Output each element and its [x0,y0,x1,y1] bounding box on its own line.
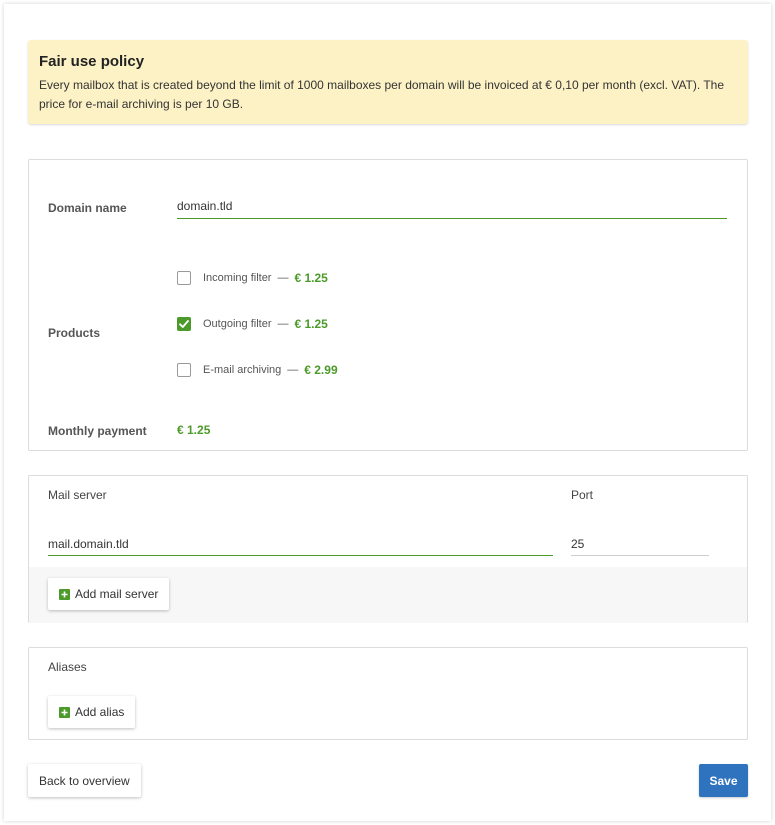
product-outgoing-filter[interactable]: Outgoing filter — € 1.25 [177,316,328,332]
product-price: € 2.99 [304,363,338,377]
monthly-payment-label: Monthly payment [48,424,147,438]
mail-server-input[interactable] [48,532,553,556]
mail-server-label: Mail server [48,488,107,502]
product-name: Outgoing filter [203,318,272,330]
notice-title: Fair use policy [39,53,145,70]
port-label: Port [571,488,594,502]
incoming-filter-checkbox[interactable] [177,271,191,285]
add-mail-server-label: Add mail server [75,587,159,601]
products-label: Products [48,326,101,340]
check-icon [179,320,189,328]
product-name: E-mail archiving [203,364,282,376]
add-mail-server-button[interactable]: Add mail server [48,578,170,610]
aliases-panel: Aliases Add alias [28,647,748,740]
product-price: € 1.25 [294,271,328,285]
product-dash: — [287,364,299,376]
save-button[interactable]: Save [699,764,748,797]
domain-name-label: Domain name [48,201,127,215]
product-dash: — [277,318,289,330]
domain-name-input[interactable] [177,194,727,219]
port-input[interactable] [571,532,709,556]
plus-icon [59,588,70,600]
notice-text: Every mailbox that is created beyond the… [39,78,725,111]
product-dash: — [277,272,289,284]
product-email-archiving[interactable]: E-mail archiving — € 2.99 [177,362,338,378]
plus-icon [59,706,70,718]
mail-server-panel: Mail server Port Add mail server [28,475,748,623]
outgoing-filter-checkbox[interactable] [177,317,191,331]
email-archiving-checkbox[interactable] [177,363,191,377]
aliases-label: Aliases [48,660,87,674]
product-price: € 1.25 [294,317,328,331]
fair-use-notice: Fair use policy Every mailbox that is cr… [28,40,748,124]
add-alias-button[interactable]: Add alias [48,696,136,728]
add-alias-label: Add alias [75,705,125,719]
monthly-payment-value: € 1.25 [177,423,211,437]
back-to-overview-button[interactable]: Back to overview [28,764,141,797]
product-name: Incoming filter [203,272,272,284]
product-incoming-filter[interactable]: Incoming filter — € 1.25 [177,270,328,286]
domain-panel: Domain name Products Incoming filter — €… [28,159,748,451]
